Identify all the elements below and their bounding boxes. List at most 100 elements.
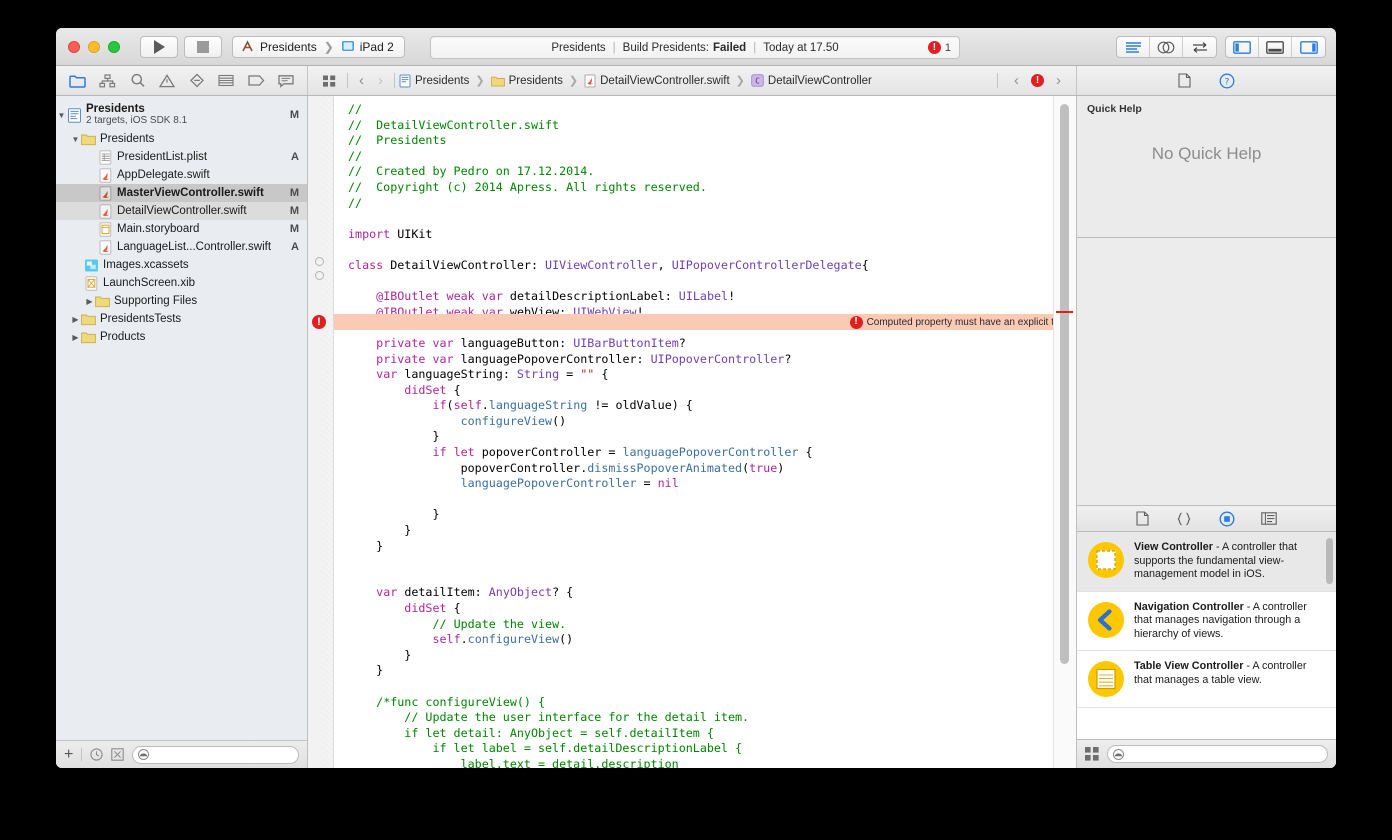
disclosure-triangle-icon[interactable]: ▶	[84, 297, 95, 306]
disclosure-triangle-icon[interactable]: ▶	[70, 315, 81, 324]
symbol-navigator-tab[interactable]	[99, 73, 116, 88]
navigate-forward-button[interactable]: ›	[371, 72, 390, 89]
toggle-debug-area-button[interactable]	[1259, 37, 1292, 57]
activity-status-bar: Presidents | Build Presidents: Failed | …	[430, 36, 960, 59]
tree-root-project[interactable]: ▼ Presidents 2 targets, iOS SDK 8.1 M	[56, 100, 307, 130]
tree-item-presidentstests[interactable]: ▶ PresidentsTests	[56, 310, 307, 328]
scheme-selector[interactable]: Presidents ❯ iPad 2	[232, 35, 405, 58]
breadcrumb-item-project[interactable]: Presidents	[399, 74, 469, 88]
navigator-filter-field[interactable]	[132, 745, 299, 764]
swift-file-icon	[584, 74, 596, 87]
next-issue-button[interactable]: ›	[1049, 72, 1068, 89]
editor-mode-group	[1116, 36, 1217, 58]
tree-item-supporting-files[interactable]: ▶ Supporting Files	[56, 292, 307, 310]
search-navigator-tab[interactable]	[130, 73, 146, 88]
two-way-arrow-icon	[1192, 42, 1207, 53]
editor-scroll-track[interactable]	[1053, 96, 1076, 768]
related-items-button[interactable]	[316, 74, 343, 88]
minimize-button[interactable]	[88, 40, 100, 53]
disclosure-triangle-icon[interactable]: ▼	[70, 135, 81, 144]
tree-item-appdelegate-swift[interactable]: AppDelegate.swift	[56, 166, 307, 184]
close-button[interactable]	[68, 40, 80, 53]
code-snippet-library-tab[interactable]	[1175, 512, 1193, 526]
breadcrumb-label: Presidents	[415, 74, 470, 87]
library-item-navigation-controller[interactable]: Navigation Controller - A controller tha…	[1077, 592, 1336, 651]
status-error-badge[interactable]: ! 1	[927, 41, 951, 54]
standard-editor-button[interactable]	[1117, 37, 1150, 57]
version-editor-button[interactable]	[1183, 37, 1216, 57]
quick-help-inspector-tab[interactable]: ?	[1219, 73, 1235, 89]
utilities-panel: Quick Help No Quick Help View Controller…	[1076, 96, 1336, 768]
source-control-filter-button[interactable]	[111, 748, 125, 761]
issue-navigator-tab[interactable]	[159, 73, 176, 88]
toolbar-right-group	[1116, 36, 1326, 58]
zoom-button[interactable]	[108, 40, 120, 53]
breadcrumb-sep-1: ❯	[475, 75, 485, 87]
object-library-tab[interactable]	[1219, 510, 1235, 527]
file-inspector-tab[interactable]	[1178, 73, 1191, 88]
scm-state: A	[291, 151, 299, 163]
breadcrumb-item-file[interactable]: DetailViewController.swift	[584, 74, 730, 88]
gutter-error-marker[interactable]: !	[311, 314, 327, 330]
code-content-area[interactable]: ! Computed property must have an explici…	[334, 96, 1076, 768]
media-library-tab[interactable]	[1261, 512, 1277, 525]
tree-item-presidents-group[interactable]: ▼ Presidents	[56, 130, 307, 148]
tree-item-presidentlist-plist[interactable]: PresidentList.plist A	[56, 148, 307, 166]
debug-navigator-tab[interactable]	[218, 74, 234, 87]
tree-item-launchscreen-xib[interactable]: LaunchScreen.xib	[56, 274, 307, 292]
filter-icon	[1113, 748, 1124, 760]
add-item-button[interactable]: +	[64, 746, 73, 763]
hierarchy-icon	[99, 73, 116, 87]
list-rows-icon	[218, 74, 234, 87]
editor-vertical-scrollbar[interactable]	[1060, 104, 1069, 664]
breakpoint-navigator-tab[interactable]	[248, 74, 265, 87]
disclosure-triangle-icon[interactable]: ▶	[70, 333, 81, 342]
issue-error-icon[interactable]: !	[1031, 74, 1044, 87]
library-item-title: View Controller	[1134, 541, 1213, 553]
editor-gutter[interactable]: !	[308, 96, 334, 768]
swift-source-code[interactable]: // // DetailViewController.swift // Pres…	[334, 96, 1076, 768]
file-template-library-tab[interactable]	[1136, 511, 1149, 526]
tree-item-products[interactable]: ▶ Products	[56, 328, 307, 346]
scheme-project-label: Presidents	[260, 39, 317, 54]
ibaction-connection-circle-icon[interactable]	[315, 271, 324, 280]
inspector-empty-area	[1077, 238, 1336, 506]
report-navigator-tab[interactable]	[278, 74, 294, 88]
library-item-view-controller[interactable]: View Controller - A controller that supp…	[1077, 532, 1336, 592]
disclosure-triangle-icon[interactable]: ▼	[56, 111, 67, 120]
tree-item-main-storyboard[interactable]: Main.storyboard M	[56, 220, 307, 238]
stop-button[interactable]	[184, 35, 222, 58]
tree-item-label: MasterViewController.swift	[117, 187, 264, 199]
library-item-text: View Controller - A controller that supp…	[1134, 541, 1326, 582]
inline-error-message[interactable]: ! Computed property must have an explici…	[849, 314, 1070, 330]
tree-item-masterviewcontroller-swift[interactable]: MasterViewController.swift M	[56, 184, 307, 202]
tree-item-images-xcassets[interactable]: Images.xcassets	[56, 256, 307, 274]
error-icon: !	[312, 315, 326, 329]
quick-help-title: Quick Help	[1087, 103, 1142, 115]
scheme-separator-icon: ❯	[323, 39, 334, 54]
toggle-navigator-button[interactable]	[1226, 37, 1259, 57]
test-navigator-tab[interactable]	[189, 73, 205, 88]
toggle-utilities-button[interactable]	[1292, 37, 1325, 57]
ibaction-connection-circle-icon[interactable]	[315, 257, 324, 266]
recent-files-filter-button[interactable]	[90, 748, 103, 761]
library-filter-field[interactable]	[1107, 745, 1328, 763]
source-code-editor[interactable]: ! ! Computed property must have an expli…	[308, 96, 1076, 768]
library-item-table-view-controller[interactable]: Table View Controller - A controller tha…	[1077, 651, 1336, 708]
project-navigator-panel: ▼ Presidents 2 targets, iOS SDK 8.1 M ▼	[56, 96, 308, 768]
error-highlight-line: ! Computed property must have an explici…	[334, 314, 1076, 330]
tree-item-label: Products	[100, 331, 146, 343]
run-button[interactable]	[140, 35, 178, 58]
previous-issue-button[interactable]: ‹	[1007, 72, 1026, 89]
tree-item-languagelist-controller-swift[interactable]: LanguageList...Controller.swift A	[56, 238, 307, 256]
object-library-list[interactable]: View Controller - A controller that supp…	[1077, 532, 1336, 740]
library-scrollbar[interactable]	[1326, 538, 1333, 584]
breadcrumb-item-symbol[interactable]: C DetailViewController	[751, 74, 872, 87]
braces-icon	[1177, 512, 1191, 525]
assistant-editor-button[interactable]	[1150, 37, 1183, 57]
navigate-back-button[interactable]: ‹	[352, 72, 371, 89]
breadcrumb-item-folder[interactable]: Presidents	[490, 75, 563, 87]
library-view-mode-button[interactable]	[1085, 747, 1099, 761]
tree-item-detailviewcontroller-swift[interactable]: DetailViewController.swift M	[56, 202, 307, 220]
project-navigator-tab[interactable]	[69, 74, 86, 88]
